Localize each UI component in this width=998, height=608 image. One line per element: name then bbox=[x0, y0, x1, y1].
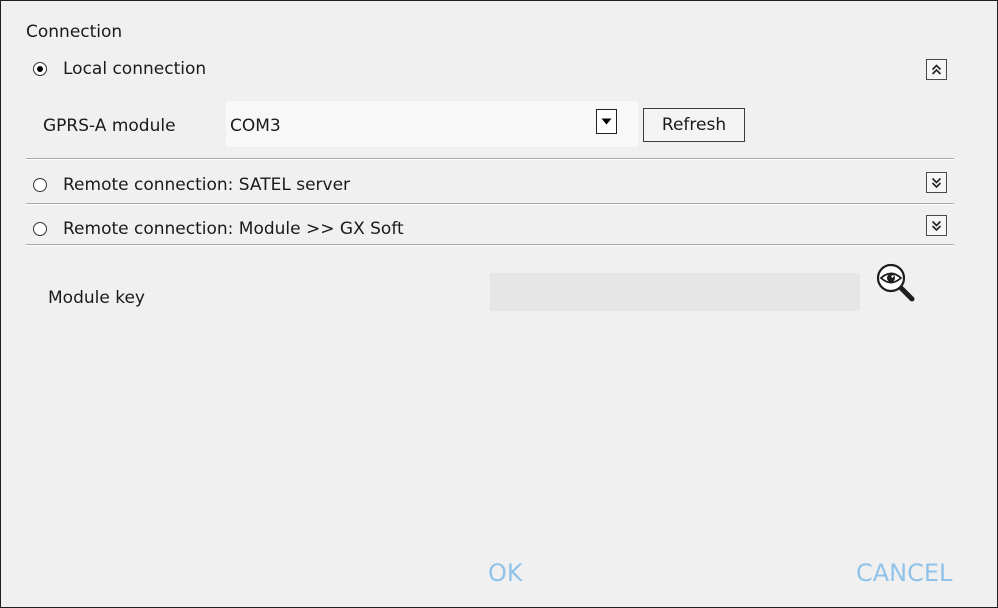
triangle-down-icon bbox=[601, 118, 612, 125]
refresh-button[interactable]: Refresh bbox=[643, 108, 745, 142]
expand-module-button[interactable] bbox=[926, 215, 947, 236]
show-key-icon[interactable] bbox=[874, 261, 918, 305]
cancel-button[interactable]: CANCEL bbox=[856, 559, 952, 587]
divider bbox=[26, 203, 954, 205]
section-title: Connection bbox=[26, 22, 123, 42]
eye-magnifier-icon bbox=[876, 263, 915, 302]
expand-satel-button[interactable] bbox=[926, 172, 947, 193]
port-dropdown-button[interactable] bbox=[596, 109, 617, 134]
chevron-double-down-icon bbox=[931, 220, 942, 231]
remote-module-label[interactable]: Remote connection: Module >> GX Soft bbox=[63, 219, 404, 239]
port-combobox[interactable]: COM3 bbox=[226, 101, 638, 147]
collapse-local-button[interactable] bbox=[926, 59, 947, 80]
divider bbox=[26, 244, 954, 246]
remote-satel-label[interactable]: Remote connection: SATEL server bbox=[63, 175, 350, 195]
module-key-label: Module key bbox=[48, 288, 145, 308]
ok-button[interactable]: OK bbox=[488, 559, 523, 587]
port-combobox-value: COM3 bbox=[230, 116, 281, 136]
local-connection-radio[interactable] bbox=[33, 62, 47, 76]
divider bbox=[26, 158, 954, 160]
gprs-module-label: GPRS-A module bbox=[43, 116, 176, 136]
connection-dialog: Connection Local connection GPRS-A modul… bbox=[0, 0, 998, 608]
chevron-double-down-icon bbox=[931, 177, 942, 188]
remote-satel-radio[interactable] bbox=[33, 178, 47, 192]
chevron-double-up-icon bbox=[931, 63, 942, 75]
remote-module-radio[interactable] bbox=[33, 222, 47, 236]
local-connection-label[interactable]: Local connection bbox=[63, 59, 206, 79]
module-key-input[interactable] bbox=[490, 273, 860, 311]
